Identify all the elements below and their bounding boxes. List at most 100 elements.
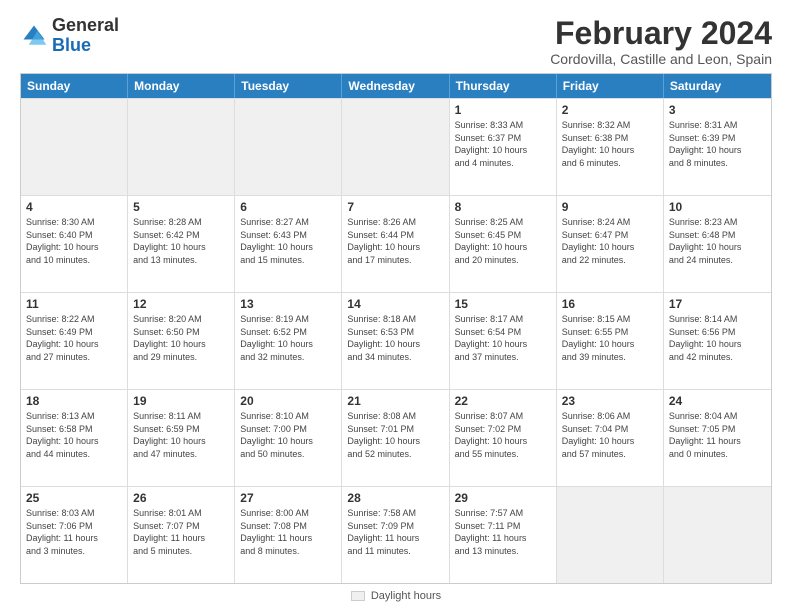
day-info: Sunrise: 8:17 AM Sunset: 6:54 PM Dayligh… <box>455 313 551 363</box>
table-row: 27Sunrise: 8:00 AM Sunset: 7:08 PM Dayli… <box>235 487 342 583</box>
day-number: 9 <box>562 200 658 214</box>
day-header-thursday: Thursday <box>450 74 557 98</box>
calendar-body: 1 Sunrise: 8:33 AM Sunset: 6:37 PM Daylig… <box>21 98 771 583</box>
day-info: Sunrise: 8:01 AM Sunset: 7:07 PM Dayligh… <box>133 507 229 557</box>
table-row: 10 Sunrise: 8:23 AM Sunset: 6:48 PM Dayli… <box>664 196 771 292</box>
table-row: 11 Sunrise: 8:22 AM Sunset: 6:49 PM Dayli… <box>21 293 128 389</box>
day-info: Sunrise: 8:03 AM Sunset: 7:06 PM Dayligh… <box>26 507 122 557</box>
table-row: 26 Sunrise: 8:01 AM Sunset: 7:07 PM Dayli… <box>128 487 235 583</box>
day-number: 7 <box>347 200 443 214</box>
table-row: 21 Sunrise: 8:08 AM Sunset: 7:01 PM Dayli… <box>342 390 449 486</box>
logo: General Blue <box>20 16 119 56</box>
day-info: Sunrise: 8:18 AM Sunset: 6:53 PM Dayligh… <box>347 313 443 363</box>
day-header-monday: Monday <box>128 74 235 98</box>
table-row: 15 Sunrise: 8:17 AM Sunset: 6:54 PM Dayli… <box>450 293 557 389</box>
day-number: 14 <box>347 297 443 311</box>
day-number: 2 <box>562 103 658 117</box>
day-number: 18 <box>26 394 122 408</box>
table-row: 25 Sunrise: 8:03 AM Sunset: 7:06 PM Dayli… <box>21 487 128 583</box>
day-info: Sunrise: 8:24 AM Sunset: 6:47 PM Dayligh… <box>562 216 658 266</box>
day-info: Sunrise: 8:32 AM Sunset: 6:38 PM Dayligh… <box>562 119 658 169</box>
day-number: 29 <box>455 491 551 505</box>
table-row: 4 Sunrise: 8:30 AM Sunset: 6:40 PM Daylig… <box>21 196 128 292</box>
day-header-friday: Friday <box>557 74 664 98</box>
month-title: February 2024 <box>550 16 772 51</box>
calendar-header: SundayMondayTuesdayWednesdayThursdayFrid… <box>21 74 771 98</box>
day-number: 1 <box>455 103 551 117</box>
day-header-sunday: Sunday <box>21 74 128 98</box>
day-info: Sunrise: 8:33 AM Sunset: 6:37 PM Dayligh… <box>455 119 551 169</box>
day-info: Sunrise: 8:15 AM Sunset: 6:55 PM Dayligh… <box>562 313 658 363</box>
logo-general: General <box>52 15 119 35</box>
table-row: 17 Sunrise: 8:14 AM Sunset: 6:56 PM Dayli… <box>664 293 771 389</box>
day-info: Sunrise: 8:19 AM Sunset: 6:52 PM Dayligh… <box>240 313 336 363</box>
day-number: 24 <box>669 394 766 408</box>
table-row <box>342 99 449 195</box>
table-row: 24 Sunrise: 8:04 AM Sunset: 7:05 PM Dayli… <box>664 390 771 486</box>
calendar-week-0: 1 Sunrise: 8:33 AM Sunset: 6:37 PM Daylig… <box>21 98 771 195</box>
table-row: 19Sunrise: 8:11 AM Sunset: 6:59 PM Dayli… <box>128 390 235 486</box>
legend-box <box>351 591 365 601</box>
title-block: February 2024 Cordovilla, Castille and L… <box>550 16 772 67</box>
day-number: 8 <box>455 200 551 214</box>
day-number: 23 <box>562 394 658 408</box>
table-row <box>664 487 771 583</box>
day-info: Sunrise: 8:04 AM Sunset: 7:05 PM Dayligh… <box>669 410 766 460</box>
day-number: 11 <box>26 297 122 311</box>
day-number: 26 <box>133 491 229 505</box>
table-row: 13 Sunrise: 8:19 AM Sunset: 6:52 PM Dayli… <box>235 293 342 389</box>
day-number: 6 <box>240 200 336 214</box>
table-row <box>235 99 342 195</box>
table-row: 14 Sunrise: 8:18 AM Sunset: 6:53 PM Dayli… <box>342 293 449 389</box>
day-info: Sunrise: 8:07 AM Sunset: 7:02 PM Dayligh… <box>455 410 551 460</box>
day-number: 25 <box>26 491 122 505</box>
day-info: Sunrise: 8:14 AM Sunset: 6:56 PM Dayligh… <box>669 313 766 363</box>
table-row: 12Sunrise: 8:20 AM Sunset: 6:50 PM Dayli… <box>128 293 235 389</box>
day-number: 22 <box>455 394 551 408</box>
day-number: 4 <box>26 200 122 214</box>
table-row: 3 Sunrise: 8:31 AM Sunset: 6:39 PM Daylig… <box>664 99 771 195</box>
location-subtitle: Cordovilla, Castille and Leon, Spain <box>550 51 772 67</box>
logo-icon <box>20 22 48 50</box>
day-number: 3 <box>669 103 766 117</box>
day-info: Sunrise: 8:08 AM Sunset: 7:01 PM Dayligh… <box>347 410 443 460</box>
day-header-wednesday: Wednesday <box>342 74 449 98</box>
day-number: 12 <box>133 297 229 311</box>
day-header-tuesday: Tuesday <box>235 74 342 98</box>
day-number: 13 <box>240 297 336 311</box>
footer: Daylight hours <box>20 590 772 602</box>
calendar: SundayMondayTuesdayWednesdayThursdayFrid… <box>20 73 772 584</box>
table-row: 29 Sunrise: 7:57 AM Sunset: 7:11 PM Dayli… <box>450 487 557 583</box>
table-row: 9 Sunrise: 8:24 AM Sunset: 6:47 PM Daylig… <box>557 196 664 292</box>
day-number: 5 <box>133 200 229 214</box>
day-number: 28 <box>347 491 443 505</box>
table-row: 16 Sunrise: 8:15 AM Sunset: 6:55 PM Dayli… <box>557 293 664 389</box>
table-row <box>557 487 664 583</box>
day-number: 19 <box>133 394 229 408</box>
table-row: 20Sunrise: 8:10 AM Sunset: 7:00 PM Dayli… <box>235 390 342 486</box>
day-info: Sunrise: 8:31 AM Sunset: 6:39 PM Dayligh… <box>669 119 766 169</box>
day-number: 10 <box>669 200 766 214</box>
logo-blue: Blue <box>52 35 91 55</box>
table-row: 18 Sunrise: 8:13 AM Sunset: 6:58 PM Dayli… <box>21 390 128 486</box>
day-info: Sunrise: 8:28 AM Sunset: 6:42 PM Dayligh… <box>133 216 229 266</box>
calendar-week-2: 11 Sunrise: 8:22 AM Sunset: 6:49 PM Dayli… <box>21 292 771 389</box>
table-row: 6Sunrise: 8:27 AM Sunset: 6:43 PM Daylig… <box>235 196 342 292</box>
day-number: 15 <box>455 297 551 311</box>
day-info: Sunrise: 7:57 AM Sunset: 7:11 PM Dayligh… <box>455 507 551 557</box>
day-info: Sunrise: 8:23 AM Sunset: 6:48 PM Dayligh… <box>669 216 766 266</box>
calendar-week-1: 4 Sunrise: 8:30 AM Sunset: 6:40 PM Daylig… <box>21 195 771 292</box>
table-row: 5 Sunrise: 8:28 AM Sunset: 6:42 PM Daylig… <box>128 196 235 292</box>
day-info: Sunrise: 8:30 AM Sunset: 6:40 PM Dayligh… <box>26 216 122 266</box>
day-info: Sunrise: 8:13 AM Sunset: 6:58 PM Dayligh… <box>26 410 122 460</box>
day-number: 17 <box>669 297 766 311</box>
day-info: Sunrise: 7:58 AM Sunset: 7:09 PM Dayligh… <box>347 507 443 557</box>
page-header: General Blue February 2024 Cordovilla, C… <box>20 16 772 67</box>
day-number: 27 <box>240 491 336 505</box>
day-number: 21 <box>347 394 443 408</box>
table-row: 2 Sunrise: 8:32 AM Sunset: 6:38 PM Daylig… <box>557 99 664 195</box>
day-header-saturday: Saturday <box>664 74 771 98</box>
day-info: Sunrise: 8:22 AM Sunset: 6:49 PM Dayligh… <box>26 313 122 363</box>
day-number: 16 <box>562 297 658 311</box>
table-row: 23Sunrise: 8:06 AM Sunset: 7:04 PM Dayli… <box>557 390 664 486</box>
